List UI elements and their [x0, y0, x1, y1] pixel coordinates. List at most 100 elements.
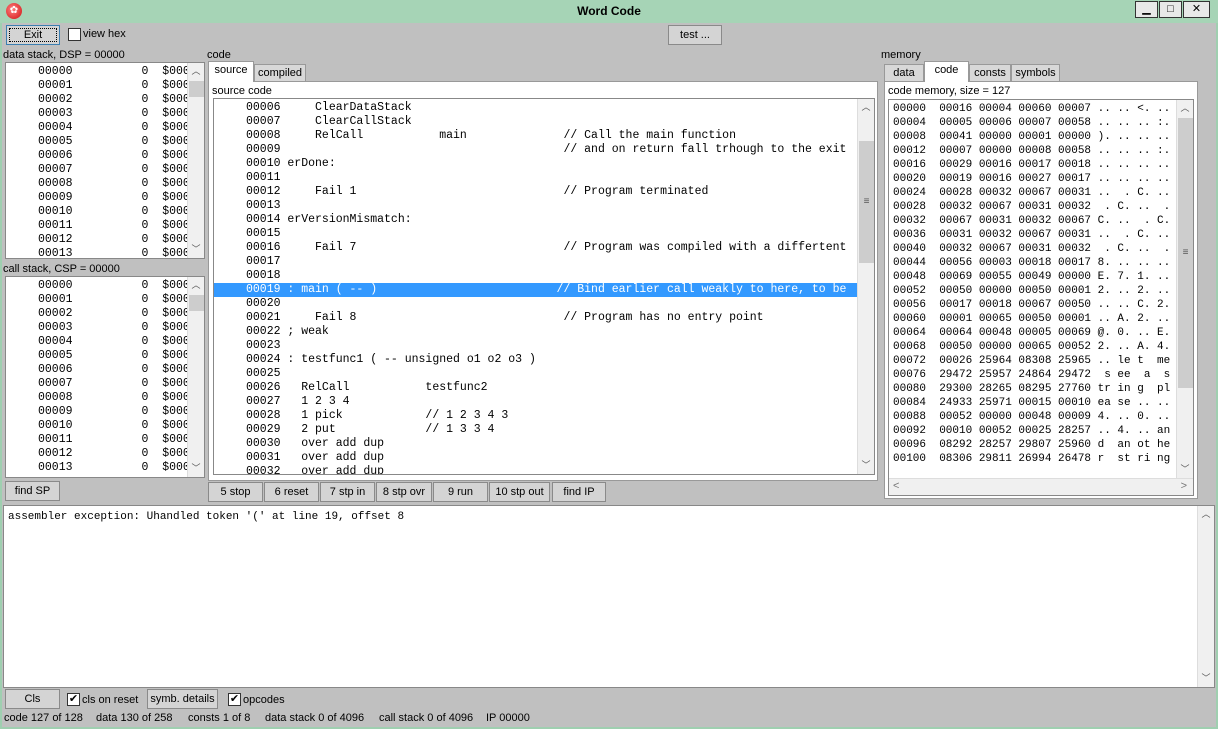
code-button-5-stop[interactable]: 5 stop: [208, 482, 263, 502]
call-stack-row[interactable]: 00013 0 $0000 ..: [10, 461, 204, 475]
data-stack-scrollbar[interactable]: ︿ ﹀: [187, 63, 204, 258]
code-button-9-run[interactable]: 9 run: [433, 482, 488, 502]
memory-row[interactable]: 00016 00029 00016 00017 00018 .. .. .. .…: [893, 158, 1193, 172]
memory-row[interactable]: 00040 00032 00067 00031 00032 . C. .. .: [893, 242, 1193, 256]
memory-row[interactable]: 00084 24933 25971 00015 00010 ea se .. .…: [893, 396, 1193, 410]
memory-row[interactable]: 00044 00056 00003 00018 00017 8. .. .. .…: [893, 256, 1193, 270]
code-line[interactable]: 00032 over add dup: [214, 465, 874, 474]
memory-row[interactable]: 00008 00041 00000 00001 00000 ). .. .. .…: [893, 130, 1193, 144]
memory-row[interactable]: 00032 00067 00031 00032 00067 C. .. . C.: [893, 214, 1193, 228]
scroll-down-icon[interactable]: ﹀: [188, 460, 204, 477]
code-line[interactable]: 00018: [214, 269, 874, 283]
call-stack-row[interactable]: 00010 0 $0000 ..: [10, 419, 204, 433]
scroll-right-icon[interactable]: >: [1181, 480, 1187, 492]
code-line[interactable]: 00029 2 put // 1 3 3 4: [214, 423, 874, 437]
tab-code[interactable]: code: [924, 61, 969, 82]
code-line[interactable]: 00008 RelCall main // Call the main func…: [214, 129, 874, 143]
data-stack-row[interactable]: 00005 0 $0000 ..: [10, 135, 204, 149]
code-line[interactable]: 00023: [214, 339, 874, 353]
data-stack-row[interactable]: 00000 0 $0000 ..: [10, 65, 204, 79]
data-stack-row[interactable]: 00010 0 $0000 ..: [10, 205, 204, 219]
code-line[interactable]: 00025: [214, 367, 874, 381]
code-line[interactable]: 00026 RelCall testfunc2: [214, 381, 874, 395]
memory-row[interactable]: 00020 00019 00016 00027 00017 .. .. .. .…: [893, 172, 1193, 186]
data-stack-row[interactable]: 00009 0 $0000 ..: [10, 191, 204, 205]
data-stack-row[interactable]: 00011 0 $0000 ..: [10, 219, 204, 233]
code-line[interactable]: 00020: [214, 297, 874, 311]
memory-row[interactable]: 00088 00052 00000 00048 00009 4. .. 0. .…: [893, 410, 1193, 424]
data-stack-row[interactable]: 00013 0 $0000 ..: [10, 247, 204, 258]
memory-row[interactable]: 00004 00005 00006 00007 00058 .. .. .. :…: [893, 116, 1193, 130]
minimize-button[interactable]: ▁: [1135, 1, 1158, 18]
code-line[interactable]: 00010 erDone:: [214, 157, 874, 171]
code-line[interactable]: 00028 1 pick // 1 2 3 4 3: [214, 409, 874, 423]
scroll-up-icon[interactable]: ︿: [188, 63, 204, 80]
call-stack-row[interactable]: 00002 0 $0000 ..: [10, 307, 204, 321]
code-line[interactable]: 00011: [214, 171, 874, 185]
call-stack-row[interactable]: 00004 0 $0000 ..: [10, 335, 204, 349]
data-stack-row[interactable]: 00001 0 $0000 ..: [10, 79, 204, 93]
memory-row[interactable]: 00028 00032 00067 00031 00032 . C. .. .: [893, 200, 1193, 214]
data-stack-row[interactable]: 00003 0 $0000 ..: [10, 107, 204, 121]
call-stack-row[interactable]: 00001 0 $0000 ..: [10, 293, 204, 307]
code-button-7-stp-in[interactable]: 7 stp in: [320, 482, 375, 502]
memory-row[interactable]: 00060 00001 00065 00050 00001 .. A. 2. .…: [893, 312, 1193, 326]
scroll-down-icon[interactable]: ﹀: [858, 457, 874, 474]
call-stack-row[interactable]: 00003 0 $0000 ..: [10, 321, 204, 335]
scroll-up-icon[interactable]: ︿: [1177, 100, 1193, 117]
code-line[interactable]: 00021 Fail 8 // Program has no entry poi…: [214, 311, 874, 325]
exit-button[interactable]: Exit: [6, 25, 60, 45]
call-stack-row[interactable]: 00009 0 $0000 ..: [10, 405, 204, 419]
scroll-up-icon[interactable]: ︿: [1198, 506, 1214, 523]
call-stack-row[interactable]: 00005 0 $0000 ..: [10, 349, 204, 363]
source-code-view[interactable]: 00006 ClearDataStack 00007 ClearCallStack…: [213, 98, 875, 475]
code-line[interactable]: 00017: [214, 255, 874, 269]
data-stack-row[interactable]: 00006 0 $0000 ..: [10, 149, 204, 163]
memory-row[interactable]: 00012 00007 00000 00008 00058 .. .. .. :…: [893, 144, 1193, 158]
output-console[interactable]: assembler exception: Uhandled token '(' …: [3, 505, 1215, 688]
code-button-8-stp-ovr[interactable]: 8 stp ovr: [376, 482, 432, 502]
memory-row[interactable]: 00052 00050 00000 00050 00001 2. .. 2. .…: [893, 284, 1193, 298]
close-button[interactable]: ✕: [1183, 1, 1210, 18]
scroll-down-icon[interactable]: ﹀: [1177, 461, 1193, 478]
code-line[interactable]: 00006 ClearDataStack: [214, 101, 874, 115]
scroll-up-icon[interactable]: ︿: [188, 277, 204, 294]
cls-on-reset-checkbox[interactable]: ✔: [67, 693, 80, 706]
code-line[interactable]: 00016 Fail 7 // Program was compiled wit…: [214, 241, 874, 255]
call-stack-row[interactable]: 00012 0 $0000 ..: [10, 447, 204, 461]
call-stack-row[interactable]: 00008 0 $0000 ..: [10, 391, 204, 405]
scroll-thumb[interactable]: ≡: [859, 141, 874, 263]
memory-row[interactable]: 00076 29472 25957 24864 29472 s ee a s: [893, 368, 1193, 382]
code-button-10-stp-out[interactable]: 10 stp out: [489, 482, 550, 502]
code-button-find-IP[interactable]: find IP: [552, 482, 606, 502]
source-scrollbar[interactable]: ︿ ≡ ﹀: [857, 99, 874, 474]
call-stack-list[interactable]: 00000 0 $0000 ..00001 0 $0000 ..00002 0 …: [5, 276, 205, 478]
call-stack-scrollbar[interactable]: ︿ ﹀: [187, 277, 204, 477]
code-line[interactable]: 00013: [214, 199, 874, 213]
memory-row[interactable]: 00000 00016 00004 00060 00007 .. .. <. .…: [893, 102, 1193, 116]
memory-row[interactable]: 00080 29300 28265 08295 27760 tr in g pl: [893, 382, 1193, 396]
call-stack-row[interactable]: 00006 0 $0000 ..: [10, 363, 204, 377]
code-line[interactable]: 00015: [214, 227, 874, 241]
output-scrollbar[interactable]: ︿ ﹀: [1197, 506, 1214, 687]
memory-row[interactable]: 00036 00031 00032 00067 00031 .. . C. ..: [893, 228, 1193, 242]
tab-source[interactable]: source: [208, 61, 254, 82]
code-line[interactable]: 00027 1 2 3 4: [214, 395, 874, 409]
scroll-thumb[interactable]: [189, 295, 204, 311]
maximize-button[interactable]: □: [1159, 1, 1182, 18]
scroll-down-icon[interactable]: ﹀: [1198, 670, 1214, 687]
code-memory-list[interactable]: 00000 00016 00004 00060 00007 .. .. <. .…: [888, 99, 1194, 496]
code-line[interactable]: 00024 : testfunc1 ( -- unsigned o1 o2 o3…: [214, 353, 874, 367]
memory-row[interactable]: 00092 00010 00052 00025 28257 .. 4. .. a…: [893, 424, 1193, 438]
data-stack-row[interactable]: 00012 0 $0000 ..: [10, 233, 204, 247]
memory-row[interactable]: 00024 00028 00032 00067 00031 .. . C. ..: [893, 186, 1193, 200]
opcodes-checkbox[interactable]: ✔: [228, 693, 241, 706]
code-line[interactable]: 00007 ClearCallStack: [214, 115, 874, 129]
call-stack-row[interactable]: 00007 0 $0000 ..: [10, 377, 204, 391]
memory-row[interactable]: 00100 08306 29811 26994 26478 r st ri ng: [893, 452, 1193, 466]
find-sp-button[interactable]: find SP: [5, 481, 60, 501]
memory-row[interactable]: 00068 00050 00000 00065 00052 2. .. A. 4…: [893, 340, 1193, 354]
call-stack-row[interactable]: 00011 0 $0000 ..: [10, 433, 204, 447]
data-stack-row[interactable]: 00007 0 $0000 ..: [10, 163, 204, 177]
code-line[interactable]: 00022 ; weak: [214, 325, 874, 339]
